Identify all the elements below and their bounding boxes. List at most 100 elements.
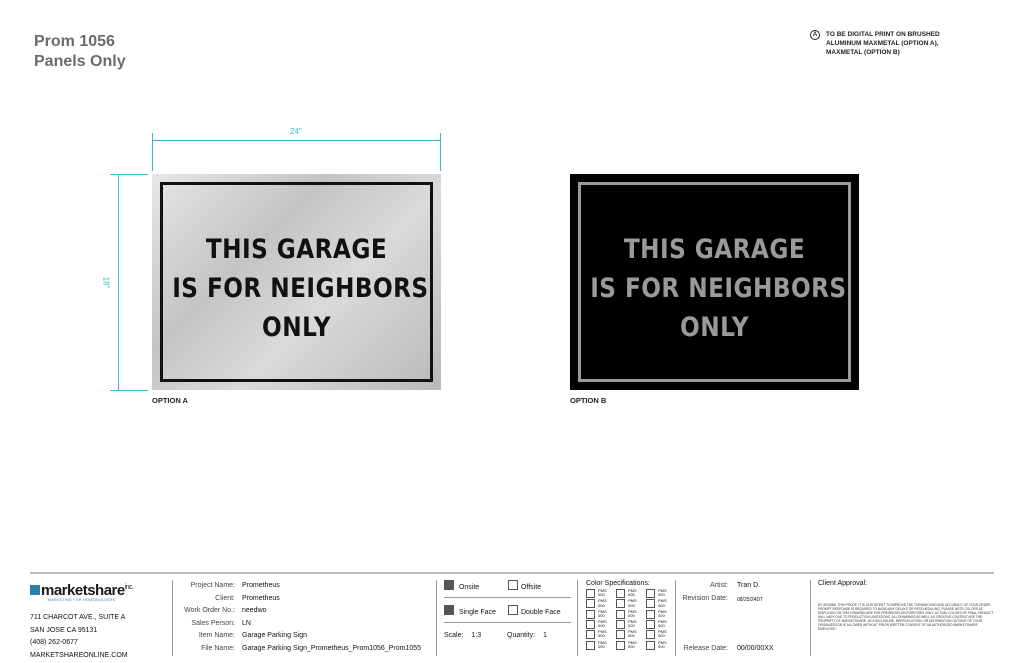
phone: (408) 262-0677 [30, 639, 78, 646]
artist: Tran D. [737, 582, 761, 589]
pms-checkbox[interactable] [616, 609, 625, 619]
sign-line-2: IS FOR NEIGHBORS [172, 273, 429, 304]
pms-code: PMS 000 [598, 608, 607, 618]
height-dimension-line [118, 174, 119, 390]
double-face-option[interactable]: Double Face [508, 605, 561, 616]
sign-line-2: IS FOR NEIGHBORS [590, 273, 847, 304]
sign-line-1: THIS GARAGE [205, 234, 388, 265]
height-dimension-tick-top [110, 174, 148, 175]
work-order-label: Work Order No.: [184, 607, 235, 614]
website: MARKETSHAREONLINE.COM [30, 651, 128, 659]
pms-checkbox[interactable] [616, 599, 625, 609]
title-line-1: Prom 1056 [34, 33, 115, 50]
project-name: Prometheus [242, 582, 280, 589]
width-dimension-tick-right [440, 133, 441, 171]
pms-code: PMS 000 [628, 629, 637, 639]
address-line: SAN JOSE CA 95131 [30, 626, 98, 634]
item-name: Garage Parking Sign [242, 632, 307, 639]
sign-line-3: ONLY [680, 312, 749, 343]
onsite-option[interactable]: Onsite [444, 580, 479, 591]
sign-text: THIS GARAGE IS FOR NEIGHBORS ONLY [590, 230, 847, 347]
offsite-option[interactable]: Offsite [508, 580, 541, 591]
sign-text: THIS GARAGE IS FOR NEIGHBORS ONLY [172, 230, 429, 347]
scale-label: Scale: [444, 632, 464, 639]
pms-code: PMS 000 [628, 588, 637, 598]
sign-option-b: THIS GARAGE IS FOR NEIGHBORS ONLY [570, 174, 859, 390]
pms-checkbox[interactable] [646, 599, 655, 609]
pms-code: PMS 000 [598, 598, 607, 608]
revision-date-label: Revision Date: [682, 594, 728, 602]
pms-checkbox[interactable] [616, 589, 625, 598]
page-title: Prom 1056 Panels Only [34, 32, 126, 72]
company-logo: marketshareinc. [30, 582, 134, 599]
quantity: Quantity: 1 [507, 632, 547, 639]
release-date: 00/00/00XX [737, 645, 774, 652]
height-dimension-tick-bottom [110, 390, 148, 391]
pms-checkbox[interactable] [646, 630, 655, 640]
width-dimension-line [152, 140, 441, 141]
title-line-2: Panels Only [34, 53, 126, 70]
revision-date: 08/25/24DT [737, 596, 764, 603]
file-name: Garage Parking Sign_Prometheus_Prom1056_… [242, 644, 421, 652]
single-face-option[interactable]: Single Face [444, 605, 496, 616]
pms-checkbox[interactable] [586, 640, 595, 650]
pms-code: PMS 000 [628, 618, 637, 629]
pms-checkbox[interactable] [616, 640, 625, 650]
sign-option-a: THIS GARAGE IS FOR NEIGHBORS ONLY [152, 174, 441, 390]
scale-value: 1:3 [471, 632, 482, 639]
artist-info: Artist: Tran D. Revision Date: 08/25/24D… [666, 580, 806, 656]
item-name-label: Item Name: [198, 632, 235, 639]
logo-suffix: inc. [124, 584, 134, 591]
pms-code: PMS 000 [598, 639, 607, 649]
pms-code: PMS 000 [598, 588, 607, 598]
address-line: 711 CHARCOT AVE., SUITE A [30, 614, 126, 621]
double-face-checkbox[interactable] [508, 605, 518, 615]
pms-code: PMS 000 [598, 629, 607, 639]
pms-grid: PMS 000 PMS 000 PMS 000 PMS 000 PMS 000 PMS 000 PMS 0… [586, 588, 672, 651]
option-b-label: OPTION B [570, 396, 607, 405]
pms-checkbox[interactable] [646, 640, 655, 650]
height-dimension-label: 18" [101, 276, 111, 289]
single-face-checkbox[interactable] [444, 605, 454, 615]
pms-checkbox[interactable] [586, 589, 595, 598]
pms-checkbox[interactable] [586, 599, 595, 609]
pms-checkbox[interactable] [616, 619, 625, 629]
file-name-label: File Name: [201, 644, 235, 652]
install-divider [444, 597, 571, 598]
work-order: needwo [242, 607, 267, 614]
pms-code: PMS 000 [628, 598, 637, 608]
sign-line-1: THIS GARAGE [623, 234, 806, 265]
option-a-label: OPTION A [152, 396, 188, 405]
single-face-label: Single Face [458, 609, 496, 616]
note-marker: A [810, 30, 820, 40]
pms-checkbox[interactable] [646, 609, 655, 619]
footer-separator [436, 580, 437, 656]
pms-checkbox[interactable] [616, 630, 625, 640]
sign-line-3: ONLY [262, 312, 331, 343]
color-spec-label: Color Specifications: [586, 580, 650, 587]
logo-mark-icon [30, 585, 40, 595]
offsite-checkbox[interactable] [508, 580, 518, 590]
pms-checkbox[interactable] [586, 619, 595, 629]
footer-separator [810, 580, 811, 656]
pms-code: PMS 000 [598, 618, 607, 629]
release-date-label: Release Date: [683, 645, 728, 652]
width-dimension-label: 24" [290, 127, 302, 136]
project-info: Project Name: Prometheus Client: Prometh… [173, 580, 433, 656]
pms-checkbox[interactable] [646, 619, 655, 629]
width-dimension-tick-left [152, 133, 153, 171]
quantity-label: Quantity: [507, 632, 536, 639]
pms-checkbox[interactable] [646, 589, 655, 598]
double-face-label: Double Face [520, 609, 561, 616]
client-approval-label: Client Approval: [818, 580, 868, 587]
project-name-label: Project Name: [190, 582, 235, 589]
approval-legal-text: BY SIGNING THIS PROOF, IT IS OUR INTENT … [818, 603, 994, 631]
onsite-checkbox[interactable] [444, 580, 454, 590]
pms-code: PMS 000 [628, 639, 637, 649]
footer-separator [577, 580, 578, 656]
scale: Scale: 1:3 [444, 632, 481, 639]
artist-label: Artist: [710, 582, 728, 589]
pms-checkbox[interactable] [586, 630, 595, 640]
quantity-value: 1 [542, 632, 547, 639]
pms-checkbox[interactable] [586, 609, 595, 619]
